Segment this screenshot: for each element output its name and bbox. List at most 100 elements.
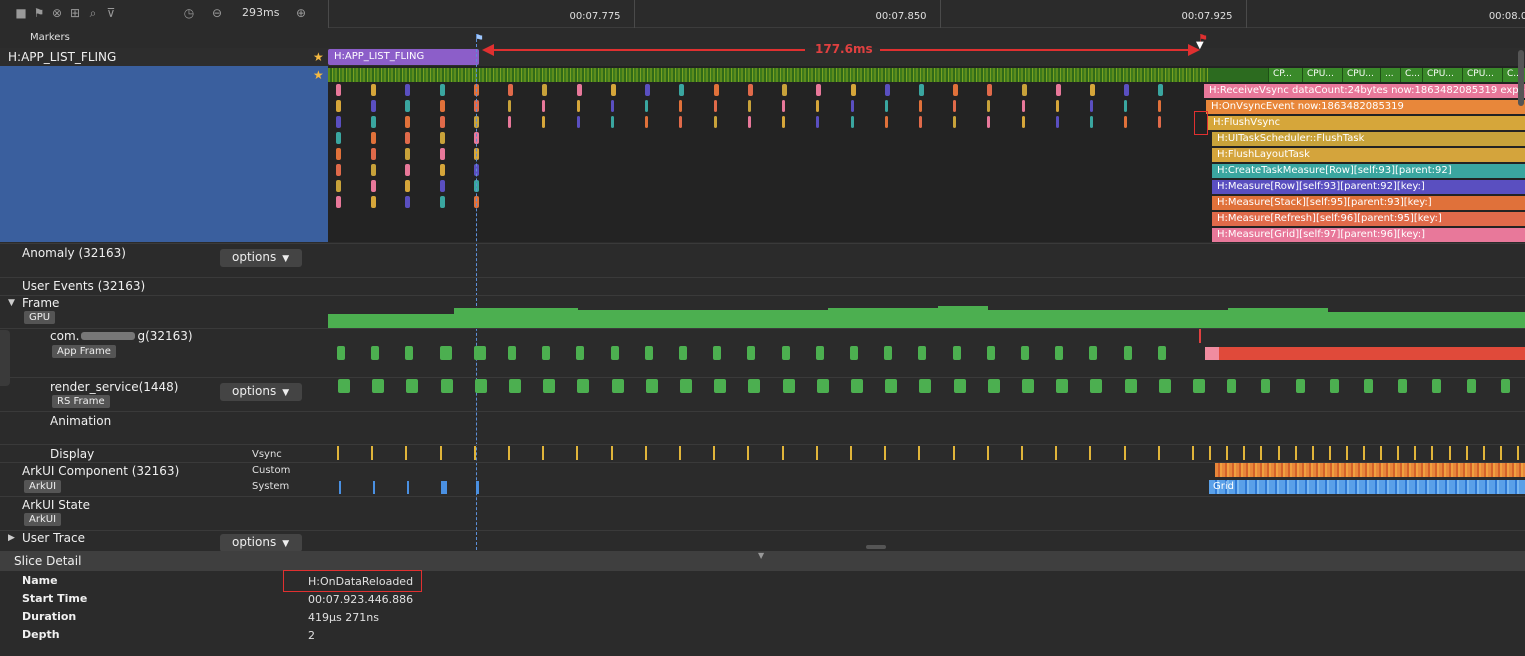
trace-mini-slice[interactable] [953,84,958,96]
rs-frame[interactable] [1398,379,1408,393]
stack-slice[interactable]: H:Measure[Row][self:93][parent:92][key:] [1212,180,1525,194]
search-icon[interactable]: ⌕ [86,6,100,20]
trace-mini-slice[interactable] [508,100,511,112]
stack-slice[interactable]: H:ReceiveVsync dataCount:24bytes now:186… [1204,84,1525,98]
trace-mini-slice[interactable] [371,180,376,192]
trace-mini-slice[interactable] [405,116,410,128]
trace-mini-slice[interactable] [714,100,717,112]
trace-mini-slice[interactable] [577,116,580,128]
rs-frame[interactable] [1295,379,1305,393]
rs-frame[interactable] [1090,379,1103,393]
record-icon[interactable]: ⊗ [50,6,64,20]
anomaly-options-button[interactable]: options ▼ [220,249,302,267]
trace-mini-slice[interactable] [1124,100,1127,112]
app-frame[interactable] [815,346,824,360]
app-frame[interactable] [781,346,790,360]
rs-frame[interactable] [1364,379,1373,393]
stack-slice[interactable]: H:FlushVsync [1208,116,1525,130]
filter-icon[interactable]: ⊽ [104,6,118,20]
trace-mini-slice[interactable] [440,148,445,160]
trace-mini-slice[interactable] [371,196,376,208]
trace-mini-slice[interactable] [336,116,341,128]
expand-caret-icon[interactable]: ▼ [8,298,15,308]
trace-mini-slice[interactable] [611,116,614,128]
trace-mini-slice[interactable] [816,116,819,128]
app-frame[interactable] [986,346,995,360]
rs-frame[interactable] [440,379,453,393]
app-frame[interactable] [1157,346,1166,360]
trace-mini-slice[interactable] [440,116,445,128]
fling-slice[interactable]: H:APP_LIST_FLING [328,49,479,65]
app-frame[interactable] [508,346,516,360]
rs-frame[interactable] [1158,379,1171,393]
trace-mini-slice[interactable] [611,84,616,96]
trace-mini-slice[interactable] [885,100,888,112]
square-icon[interactable]: ■ [14,6,28,20]
rs-frame[interactable] [885,379,898,393]
trace-mini-slice[interactable] [440,196,445,208]
trace-mini-slice[interactable] [577,100,580,112]
zoom-out-icon[interactable]: ⊖ [210,6,224,20]
trace-mini-slice[interactable] [782,100,785,112]
trace-mini-slice[interactable] [645,100,648,112]
stack-slice[interactable]: H:OnVsyncEvent now:1863482085319 [1206,100,1525,114]
trace-mini-slice[interactable] [371,116,376,128]
rs-frame[interactable] [782,379,795,393]
trace-mini-slice[interactable] [336,180,341,192]
stack-slice[interactable]: H:Measure[Stack][self:95][parent:93][key… [1212,196,1525,210]
trace-mini-slice[interactable] [748,84,753,96]
rs-frame[interactable] [816,379,829,393]
trace-mini-slice[interactable] [919,116,922,128]
rs-frame[interactable] [953,379,966,393]
app-frame[interactable] [713,346,722,360]
rs-frame[interactable] [1500,379,1510,393]
trace-mini-slice[interactable] [405,148,410,160]
time-ruler[interactable]: 00:07.775 00:07.850 00:07.925 00:08.0 [328,0,1525,28]
trace-mini-slice[interactable] [405,100,410,112]
trace-mini-slice[interactable] [1124,84,1129,96]
app-frame[interactable] [576,346,585,360]
flag-icon[interactable]: ⚑ [32,6,46,20]
app-frame[interactable] [610,346,619,360]
trace-mini-slice[interactable] [371,148,376,160]
app-frame[interactable] [644,346,653,360]
collapse-side-handle[interactable] [0,330,10,386]
rs-frame[interactable] [577,379,590,393]
trace-mini-slice[interactable] [714,116,717,128]
trace-mini-slice[interactable] [371,164,376,176]
trace-mini-slice[interactable] [645,116,648,128]
app-frame[interactable] [439,346,452,360]
trace-mini-slice[interactable] [542,116,545,128]
trace-mini-slice[interactable] [336,132,341,144]
slice-detail-header[interactable]: Slice Detail ▼ [0,551,1525,571]
app-frame-pink[interactable] [1205,347,1219,360]
clock-icon[interactable]: ◷ [182,6,196,20]
trace-mini-slice[interactable] [714,84,719,96]
trace-mini-slice[interactable] [1022,116,1025,128]
render-options-button[interactable]: options ▼ [220,383,302,401]
star-icon[interactable]: ★ [313,68,324,82]
trace-mini-slice[interactable] [1056,84,1061,96]
app-frame[interactable] [1055,346,1064,360]
rs-frame[interactable] [748,379,761,393]
stack-slice[interactable]: H:Measure[Refresh][self:96][parent:95][k… [1212,212,1525,226]
rs-frame[interactable] [714,379,727,393]
rs-frame[interactable] [1227,379,1237,393]
zoom-in-icon[interactable]: ⊕ [294,6,308,20]
rs-frame[interactable] [851,379,863,393]
trace-mini-slice[interactable] [679,100,682,112]
trace-mini-slice[interactable] [371,100,376,112]
trace-mini-slice[interactable] [440,132,445,144]
trace-mini-slice[interactable] [1056,100,1059,112]
trace-mini-slice[interactable] [336,164,341,176]
stack-slice[interactable]: H:FlushLayoutTask [1212,148,1525,162]
trace-mini-slice[interactable] [919,100,922,112]
trace-mini-slice[interactable] [1090,84,1095,96]
trace-mini-slice[interactable] [508,116,511,128]
rs-frame[interactable] [1432,379,1442,393]
trace-mini-slice[interactable] [885,84,890,96]
trace-mini-slice[interactable] [440,164,445,176]
trace-mini-slice[interactable] [336,100,341,112]
trace-mini-slice[interactable] [987,84,992,96]
app-frame[interactable] [884,346,893,360]
